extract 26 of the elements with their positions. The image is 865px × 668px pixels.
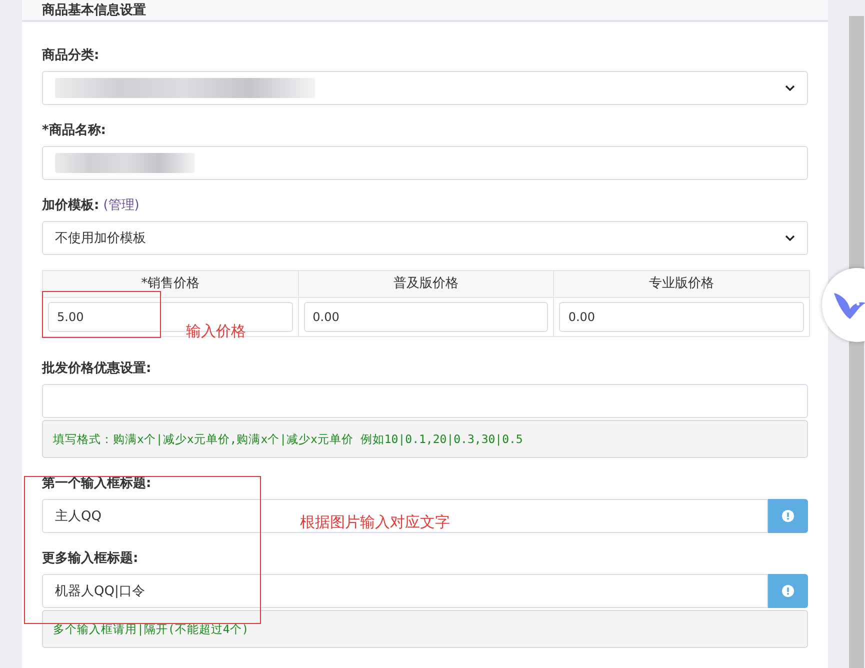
annotation-text: 根据图片输入对应文字	[300, 513, 450, 532]
panel-title: 商品基本信息设置	[42, 2, 146, 20]
format-hint: 多个输入框请用|隔开(不能超过4个)	[42, 610, 808, 648]
field-label: 加价模板:	[42, 198, 100, 214]
template-select[interactable]: 不使用加价模板	[42, 221, 808, 255]
field-label: 更多输入框标题:	[42, 551, 138, 567]
chevron-down-icon	[785, 85, 795, 91]
manage-link[interactable]: (管理)	[103, 198, 140, 214]
info-button[interactable]	[768, 574, 808, 608]
input-field[interactable]: 机器人QQ|口令	[42, 574, 768, 608]
price-input[interactable]: 0.00	[559, 302, 804, 332]
name-input[interactable]	[42, 146, 808, 180]
field-label: 批发价格优惠设置:	[42, 361, 152, 377]
info-icon	[782, 510, 794, 522]
table-header-cell: 专业版价格	[554, 271, 810, 298]
table-header-cell: *销售价格	[43, 271, 298, 298]
info-button[interactable]	[768, 499, 808, 533]
category-select[interactable]	[42, 71, 808, 105]
format-hint: 填写格式：购满x个|减少x元单价,购满x个|减少x元单价 例如10|0.1,20|0.3,30|0.5	[42, 420, 808, 458]
price-input[interactable]: 0.00	[304, 302, 548, 332]
field-label: 商品分类:	[42, 48, 100, 64]
field-label: *商品名称:	[42, 123, 106, 139]
input-field[interactable]	[42, 384, 808, 418]
chevron-down-icon	[785, 235, 795, 241]
info-icon	[782, 585, 794, 597]
table-header-cell: 普及版价格	[298, 271, 554, 298]
